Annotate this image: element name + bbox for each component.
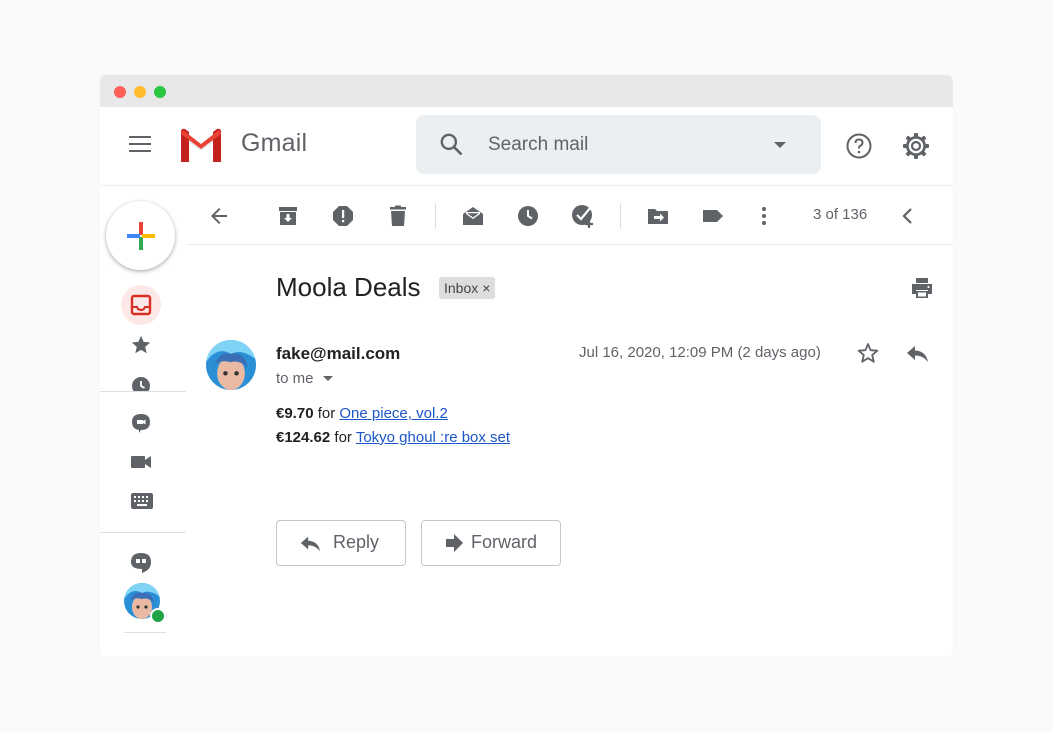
price: €9.70 <box>276 405 314 422</box>
sender-avatar[interactable] <box>206 340 256 390</box>
message-body-line: €124.62 for Tokyo ghoul :re box set <box>276 429 510 446</box>
delete-trash-icon[interactable] <box>386 204 410 228</box>
back-arrow-icon[interactable] <box>207 204 231 228</box>
gmail-wordmark: Gmail <box>241 129 308 157</box>
sidebar-item-chat[interactable] <box>121 403 161 443</box>
divider <box>100 532 186 533</box>
toolbar-divider <box>435 203 436 229</box>
reply-icon <box>300 536 320 552</box>
move-to-folder-icon[interactable] <box>646 204 670 228</box>
close-window-button[interactable] <box>114 86 126 98</box>
video-camera-icon <box>131 456 151 468</box>
divider <box>100 391 186 392</box>
settings-gear-icon[interactable] <box>901 131 931 161</box>
maximize-window-button[interactable] <box>154 86 166 98</box>
reply-button[interactable]: Reply <box>276 520 406 566</box>
more-options-icon[interactable] <box>752 204 776 228</box>
hangouts-quote-icon <box>131 553 151 573</box>
compose-plus-icon <box>127 222 155 250</box>
forward-button-label: Forward <box>471 532 538 552</box>
add-to-tasks-icon[interactable] <box>571 204 595 228</box>
message-body-line: €9.70 for One piece, vol.2 <box>276 405 448 422</box>
sidebar-item-meet[interactable] <box>121 442 161 482</box>
search-icon[interactable] <box>438 131 464 157</box>
forward-button[interactable]: Forward <box>421 520 561 566</box>
window-titlebar <box>100 75 953 107</box>
connector-text: for <box>330 429 356 446</box>
forward-arrow-icon <box>446 534 463 552</box>
sidebar-item-hangouts[interactable] <box>121 543 161 583</box>
recipient-summary: to me <box>276 370 314 387</box>
help-icon[interactable] <box>845 132 873 160</box>
print-icon[interactable] <box>910 276 934 300</box>
mark-unread-icon[interactable] <box>461 204 485 228</box>
chat-bubble-icon <box>132 414 150 433</box>
star-filled-icon <box>131 335 151 354</box>
snoozed-clock-icon[interactable] <box>130 375 152 391</box>
reply-button-label: Reply <box>333 532 380 552</box>
snooze-clock-icon[interactable] <box>516 204 540 228</box>
connector-text: for <box>313 405 340 422</box>
reply-icon[interactable] <box>905 342 929 364</box>
label-tag-icon[interactable] <box>701 204 725 228</box>
sidebar-item-inbox[interactable] <box>121 285 161 325</box>
compose-button[interactable] <box>106 201 175 270</box>
minimize-window-button[interactable] <box>134 86 146 98</box>
search-bar[interactable] <box>416 115 821 174</box>
search-input[interactable] <box>486 131 760 159</box>
keyboard-icon <box>131 493 153 509</box>
sidebar-item-starred[interactable] <box>121 325 161 365</box>
report-spam-icon[interactable] <box>331 204 355 228</box>
browser-window: Gmail Search mail 3 of 136 Moola Deals I… <box>100 75 953 657</box>
show-details-caret-icon[interactable] <box>322 375 334 383</box>
remove-label-close-icon[interactable]: × <box>482 280 490 296</box>
star-outline-icon[interactable] <box>856 341 880 365</box>
newer-chevron-left-icon[interactable] <box>896 204 920 228</box>
archive-icon[interactable] <box>276 204 300 228</box>
message-subject: Moola Deals <box>276 272 421 302</box>
online-status-dot <box>150 608 166 624</box>
price: €124.62 <box>276 429 331 446</box>
message-toolbar: 3 of 136 <box>186 185 953 245</box>
sidebar-scroll-clip <box>100 365 186 391</box>
message-date: Jul 16, 2020, 12:09 PM (2 days ago) <box>579 344 821 361</box>
sidebar-item-keyboard[interactable] <box>121 482 161 522</box>
avatar-image <box>206 340 256 390</box>
search-options-dropdown-icon[interactable] <box>772 140 788 150</box>
inbox-icon <box>130 294 152 316</box>
toolbar-divider <box>620 203 621 229</box>
app-header: Gmail <box>100 107 953 186</box>
gmail-logo-icon[interactable] <box>177 126 225 164</box>
page-count: 3 of 136 <box>813 206 868 223</box>
product-link[interactable]: One piece, vol.2 <box>339 405 447 422</box>
product-link[interactable]: Tokyo ghoul :re box set <box>356 429 510 446</box>
inbox-label-text: Inbox <box>444 280 479 296</box>
divider <box>124 632 166 633</box>
main-menu-button[interactable] <box>127 131 155 159</box>
inbox-label-chip[interactable]: Inbox × <box>439 277 496 299</box>
sender-email: fake@mail.com <box>276 344 401 363</box>
